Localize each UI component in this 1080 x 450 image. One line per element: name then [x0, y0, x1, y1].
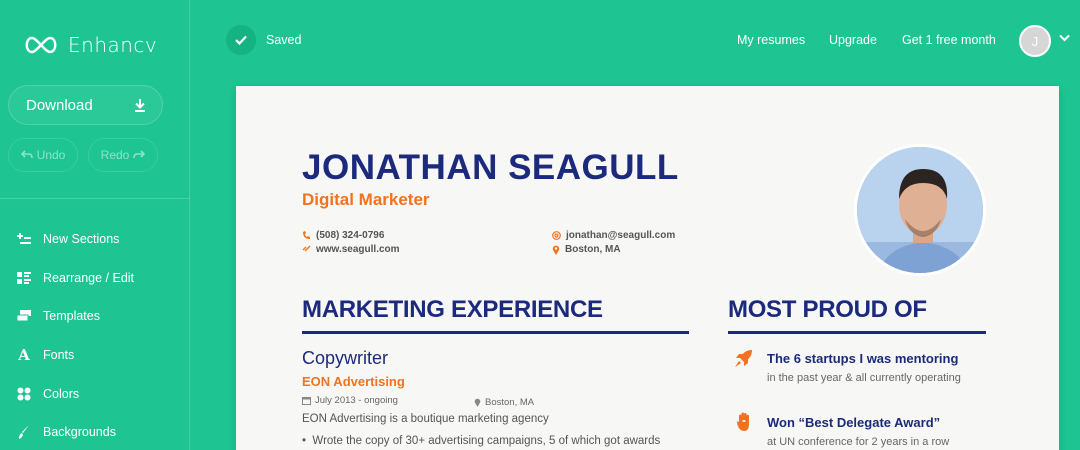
- sidebar: Enhancv Download Undo Redo New Sections …: [0, 0, 190, 450]
- proud-item-subtitle[interactable]: at UN conference for 2 years in a row: [767, 436, 949, 448]
- job-company[interactable]: EON Advertising: [302, 374, 405, 389]
- location-pin-icon: [474, 398, 481, 407]
- infinity-logo-icon: [25, 36, 57, 54]
- rearrange-icon: [16, 270, 32, 286]
- email-text: jonathan@seagull.com: [566, 230, 676, 241]
- hand-icon: [734, 412, 754, 432]
- resume-name[interactable]: JONATHAN SEAGULL: [302, 148, 679, 188]
- templates-icon: [16, 308, 32, 324]
- sidebar-item-label: Fonts: [43, 348, 75, 363]
- contact-email[interactable]: jonathan@seagull.com: [552, 230, 675, 241]
- logo[interactable]: Enhancv: [22, 33, 157, 57]
- download-icon: [135, 98, 145, 112]
- proud-heading[interactable]: MOST PROUD OF: [728, 296, 927, 324]
- sidebar-item-backgrounds[interactable]: Backgrounds: [0, 413, 190, 450]
- contact-location[interactable]: Boston, MA: [552, 244, 621, 255]
- bullet-dot: •: [302, 435, 313, 447]
- brush-icon: [16, 424, 32, 440]
- location-text: Boston, MA: [565, 244, 621, 255]
- job-dates-text: July 2013 - ongoing: [315, 395, 398, 406]
- job-bullet-text: Wrote the copy of 30+ advertising campai…: [312, 435, 661, 447]
- job-title[interactable]: Copywriter: [302, 348, 388, 369]
- job-location-text: Boston, MA: [485, 397, 535, 408]
- job-dates[interactable]: July 2013 - ongoing: [302, 395, 398, 406]
- sidebar-item-rearrange[interactable]: Rearrange / Edit: [0, 259, 190, 298]
- redo-button[interactable]: Redo: [88, 138, 158, 172]
- sidebar-item-templates[interactable]: Templates: [0, 297, 190, 336]
- palette-icon: [16, 386, 32, 402]
- job-description[interactable]: EON Advertising is a boutique marketing …: [302, 413, 549, 425]
- contact-website[interactable]: www.seagull.com: [302, 244, 400, 255]
- proud-item-subtitle[interactable]: in the past year & all currently operati…: [767, 372, 961, 384]
- nav-free-month[interactable]: Get 1 free month: [902, 33, 996, 47]
- experience-underline: [302, 331, 689, 334]
- saved-label: Saved: [266, 33, 302, 47]
- proud-item-title[interactable]: The 6 startups I was mentoring: [767, 351, 958, 366]
- resume-role[interactable]: Digital Marketer: [302, 190, 430, 210]
- phone-icon: [303, 231, 310, 239]
- sidebar-menu: New Sections Rearrange / Edit Templates …: [0, 220, 190, 450]
- profile-photo[interactable]: [854, 144, 986, 276]
- logo-text: Enhancv: [68, 33, 158, 57]
- link-icon: [302, 245, 311, 252]
- chevron-down-icon[interactable]: [1059, 34, 1070, 42]
- download-label: Download: [26, 96, 93, 114]
- download-button[interactable]: Download: [8, 85, 163, 125]
- checkmark-icon: [226, 25, 256, 55]
- proud-underline: [728, 331, 986, 334]
- job-bullet[interactable]: • Wrote the copy of 30+ advertising camp…: [302, 435, 660, 447]
- sidebar-item-label: Rearrange / Edit: [43, 270, 135, 285]
- calendar-icon: [302, 397, 311, 405]
- sidebar-item-label: Backgrounds: [43, 425, 116, 440]
- sidebar-item-new-sections[interactable]: New Sections: [0, 220, 190, 259]
- undo-button[interactable]: Undo: [8, 138, 78, 172]
- sidebar-item-colors[interactable]: Colors: [0, 374, 190, 413]
- undo-icon: [20, 150, 33, 159]
- rocket-icon: [734, 348, 754, 368]
- contact-phone[interactable]: (508) 324-0796: [302, 230, 384, 241]
- nav-my-resumes[interactable]: My resumes: [737, 33, 805, 47]
- phone-text: (508) 324-0796: [316, 230, 385, 241]
- experience-heading[interactable]: MARKETING EXPERIENCE: [302, 296, 603, 324]
- saved-status: Saved: [226, 25, 301, 55]
- sidebar-item-label: Templates: [43, 309, 100, 324]
- location-pin-icon: [552, 245, 560, 255]
- add-section-icon: [16, 231, 32, 247]
- proud-item-title[interactable]: Won “Best Delegate Award”: [767, 415, 940, 430]
- font-icon: A: [18, 346, 30, 365]
- redo-label: Redo: [100, 148, 130, 162]
- job-location[interactable]: Boston, MA: [474, 397, 534, 408]
- sidebar-item-label: Colors: [43, 386, 80, 401]
- nav-upgrade[interactable]: Upgrade: [829, 33, 877, 47]
- website-text: www.seagull.com: [316, 244, 400, 255]
- sidebar-item-fonts[interactable]: A Fonts: [0, 336, 190, 375]
- sidebar-item-label: New Sections: [43, 232, 120, 247]
- redo-icon: [133, 150, 146, 159]
- resume-canvas[interactable]: JONATHAN SEAGULL Digital Marketer (508) …: [236, 86, 1059, 450]
- avatar[interactable]: J: [1019, 25, 1051, 57]
- undo-label: Undo: [36, 148, 66, 162]
- at-icon: [552, 231, 561, 240]
- sidebar-divider: [0, 198, 190, 199]
